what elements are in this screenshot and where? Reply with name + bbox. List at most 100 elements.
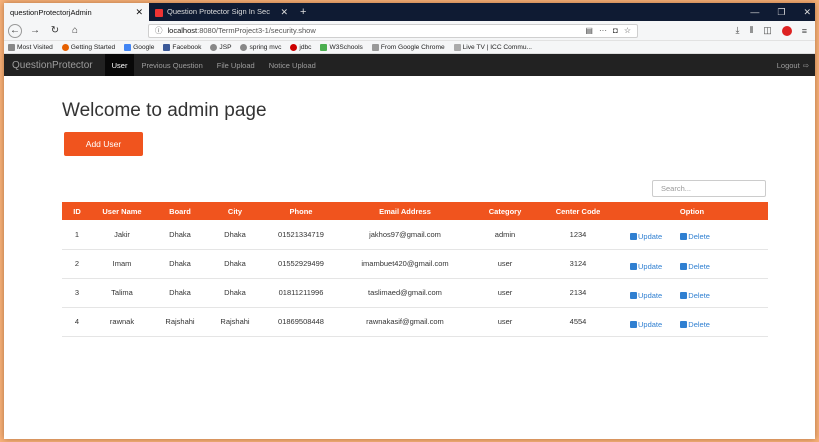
library-icon[interactable]: ⫴: [749, 25, 753, 36]
edit-icon: [630, 320, 637, 328]
reload-icon[interactable]: ↻: [48, 24, 62, 38]
tab-bar: questionProtectorjAdmin ✕ Question Prote…: [4, 3, 815, 21]
trash-icon: [680, 262, 688, 270]
nav-previous-question[interactable]: Previous Question: [134, 54, 209, 76]
cell-center-code: 1234: [569, 229, 587, 239]
delete-link[interactable]: Delete: [680, 291, 710, 300]
table-row: 3 Talima Dhaka Dhaka 01811211996 taslima…: [62, 278, 768, 307]
cell-category: user: [497, 317, 513, 326]
header-option: Option: [679, 206, 705, 216]
bookmark-item[interactable]: Most Visited: [8, 43, 53, 51]
cell-category: user: [497, 288, 513, 297]
close-tab-icon[interactable]: ✕: [135, 7, 143, 17]
cell-phone: 01552929499: [278, 259, 324, 268]
nav-user[interactable]: User: [104, 54, 135, 76]
info-icon[interactable]: ⓘ: [155, 25, 163, 36]
update-link[interactable]: Update: [630, 320, 662, 329]
sidebar-icon[interactable]: ◫: [763, 25, 772, 36]
page-title: Welcome to admin page: [62, 100, 267, 121]
nav-notice-upload[interactable]: Notice Upload: [262, 54, 323, 76]
back-icon[interactable]: ←: [8, 23, 22, 38]
trash-icon: [680, 320, 688, 328]
cell-option: Update Delete: [616, 249, 768, 278]
gmail-icon: [155, 8, 163, 17]
cell-email: taslimaed@gmail.com: [368, 288, 442, 297]
delete-link[interactable]: Delete: [680, 320, 710, 329]
bookmark-icon: [320, 43, 328, 51]
table-header-row: ID User Name Board City Phone Email Addr…: [62, 202, 768, 220]
url-bar[interactable]: ⓘ localhost:8080/TermProject3-1/security…: [148, 23, 638, 38]
bookmark-icon: [124, 43, 132, 51]
delete-link[interactable]: Delete: [680, 262, 710, 271]
cell-option: Update Delete: [616, 307, 768, 336]
cell-center-code: 4554: [569, 317, 587, 326]
cell-email: rawnakasif@gmail.com: [366, 317, 444, 326]
bookmark-star-icon[interactable]: ☆: [624, 26, 631, 35]
cell-user-name: Jakir: [114, 229, 130, 239]
tab-admin[interactable]: questionProtectorjAdmin ✕: [4, 3, 149, 21]
tab-title: questionProtectorjAdmin: [10, 7, 92, 17]
folder-icon: [371, 43, 379, 51]
cell-city: Dhaka: [224, 229, 246, 239]
tab-signin[interactable]: Question Protector Sign In Sec ✕: [149, 3, 294, 21]
restore-icon[interactable]: ❐: [777, 7, 785, 18]
cell-city: Dhaka: [224, 288, 246, 297]
edit-icon: [630, 262, 637, 270]
menu-icon[interactable]: ≡: [802, 26, 807, 36]
header-id: ID: [73, 206, 81, 216]
page-actions-icon[interactable]: ···: [599, 26, 607, 35]
bookmark-item[interactable]: spring mvc: [240, 43, 281, 51]
cell-center-code: 2134: [569, 288, 587, 297]
logout-icon: ⇨: [802, 60, 809, 70]
reader-view-icon[interactable]: ▤: [585, 26, 593, 35]
add-user-button[interactable]: Add User: [64, 132, 143, 156]
update-link[interactable]: Update: [630, 291, 662, 300]
bookmarks-bar: Most Visited Getting Started Google Face…: [4, 41, 815, 54]
toolbar-right: ⤓ ⫴ ◫ ≡: [735, 25, 811, 36]
cell-board: Rajshahi: [165, 317, 195, 326]
cell-user-name: Talima: [111, 288, 133, 297]
forward-icon[interactable]: →: [28, 24, 42, 38]
users-table: ID User Name Board City Phone Email Addr…: [62, 202, 768, 337]
cell-center-code: 3124: [569, 259, 587, 268]
cell-phone: 01811211996: [278, 288, 324, 297]
bookmark-item[interactable]: From Google Chrome: [371, 43, 445, 51]
minimize-icon[interactable]: —: [750, 7, 759, 17]
home-icon[interactable]: ⌂: [68, 24, 82, 38]
bookmark-item[interactable]: Live TV | ICC Commu...: [453, 43, 532, 51]
bookmark-item[interactable]: JSP: [210, 43, 231, 51]
cell-id: 2: [74, 259, 80, 268]
bookmark-item[interactable]: Facebook: [163, 43, 201, 51]
header-city: City: [227, 206, 243, 216]
cell-category: user: [497, 259, 513, 268]
cell-user-name: Imam: [112, 259, 132, 268]
nav-file-upload[interactable]: File Upload: [210, 54, 262, 76]
table-row: 1 Jakir Dhaka Dhaka 01521334719 jakhos97…: [62, 220, 768, 249]
logout-link[interactable]: Logout ⇨: [777, 54, 809, 76]
update-link[interactable]: Update: [630, 262, 662, 271]
cell-board: Dhaka: [169, 288, 191, 297]
cell-category: admin: [494, 229, 516, 239]
close-window-icon[interactable]: ✕: [803, 7, 811, 18]
bookmark-item[interactable]: Google: [124, 43, 154, 51]
bookmark-icon: [8, 43, 15, 51]
bookmark-item[interactable]: jdbc: [290, 43, 311, 51]
bookmark-item[interactable]: Getting Started: [61, 43, 115, 51]
adblock-icon[interactable]: [781, 25, 792, 36]
delete-link[interactable]: Delete: [680, 232, 710, 241]
table-row: 2 Imam Dhaka Dhaka 01552929499 imambuet4…: [62, 249, 768, 278]
bookmark-icon: [453, 43, 461, 51]
cell-email: jakhos97@gmail.com: [369, 229, 441, 239]
cell-option: Update Delete: [616, 220, 768, 249]
downloads-icon[interactable]: ⤓: [735, 25, 739, 36]
update-link[interactable]: Update: [630, 232, 662, 241]
close-tab-icon[interactable]: ✕: [280, 7, 288, 17]
search-input[interactable]: [652, 180, 766, 197]
pocket-icon[interactable]: ◘: [613, 26, 618, 35]
new-tab-button[interactable]: +: [294, 3, 312, 21]
url-host: localhost: [167, 26, 198, 35]
brand-link[interactable]: QuestionProtector: [12, 60, 93, 71]
bookmark-item[interactable]: W3Schools: [320, 43, 363, 51]
url-path: :8080/TermProject3-1/security.show: [197, 26, 316, 35]
cell-user-name: rawnak: [109, 317, 135, 326]
